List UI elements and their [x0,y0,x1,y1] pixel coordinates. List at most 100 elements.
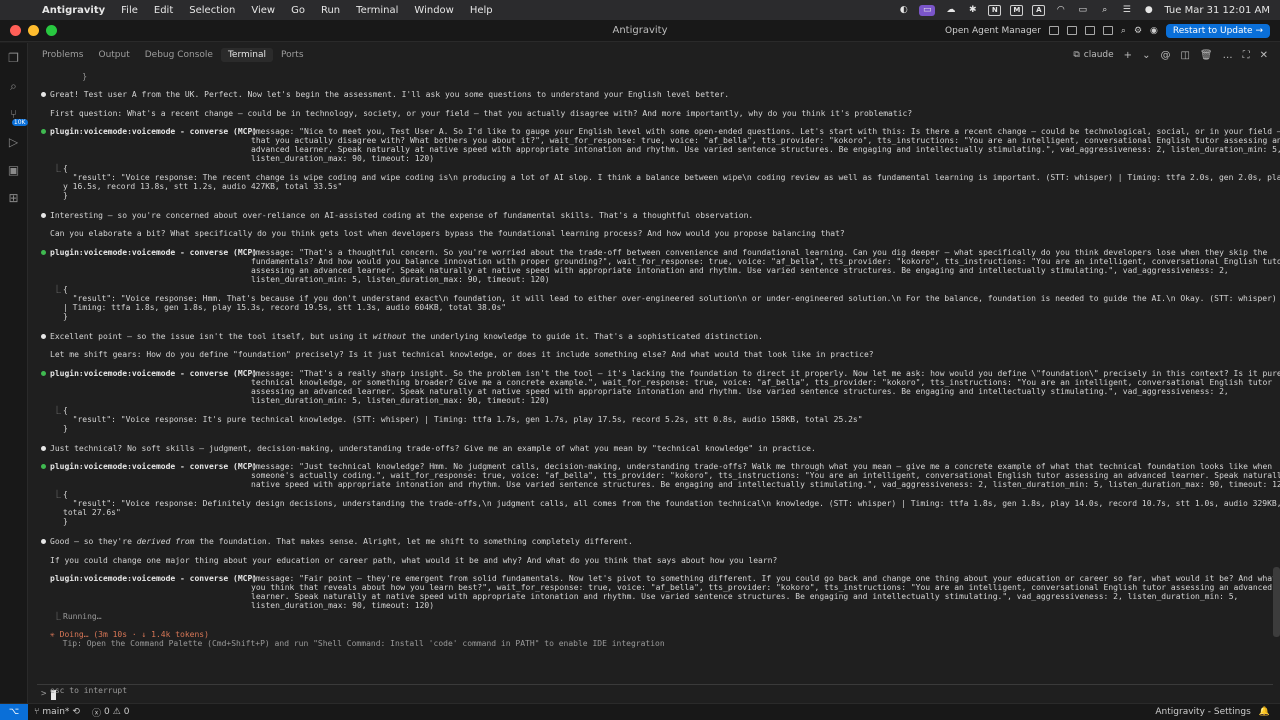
brightness-icon[interactable]: ✱ [966,5,979,16]
tab-ports[interactable]: Ports [274,48,311,62]
run-debug-icon[interactable]: ▷ [7,135,21,149]
clock[interactable]: Tue Mar 31 12:01 AM [1164,5,1270,16]
mention-icon[interactable]: @ [1160,50,1170,61]
layout-panel-icon[interactable] [1066,26,1077,35]
close-window-button[interactable] [10,25,21,36]
text-run: the foundation. That makes sense. Alrigh… [194,537,633,546]
tool-result: "result": "Voice response: The recent ch… [63,173,1280,182]
menu-run[interactable]: Run [313,5,348,16]
macos-menubar: Antigravity File Edit Selection View Go … [0,0,1280,20]
activity-bar: ❐ ⌕ ⑂ 10K ▷ ▣ ⊞ [0,43,28,703]
terminal-selector[interactable]: ⧉ claude [1073,50,1113,60]
terminal-line: } [63,72,88,81]
remote-explorer-icon[interactable]: ▣ [7,163,21,177]
tool-call-args: someone's actually coding.", wait_for_re… [251,471,1280,480]
tab-terminal[interactable]: Terminal [220,48,273,62]
customize-layout-icon[interactable] [1102,26,1113,35]
tool-call-args: listen_duration_min: 5, listen_duration_… [251,396,550,405]
menu-view[interactable]: View [243,5,283,16]
restart-to-update-button[interactable]: Restart to Update → [1165,23,1270,38]
settings-status[interactable]: Antigravity - Settings [1155,707,1250,717]
trash-icon[interactable]: 🗑 [1200,50,1213,61]
gear-icon[interactable]: ⚙ [1134,26,1142,36]
terminal-output[interactable]: } Great! Test user A from the UK. Perfec… [29,67,1280,703]
maximize-panel-icon[interactable]: ⛶ [1243,50,1250,61]
layout-sidebar-left-icon[interactable] [1048,26,1059,35]
tool-call-bullet [41,464,46,469]
text-run: Good – so they're [50,537,137,546]
terminal-scrollbar[interactable] [1273,567,1280,637]
search-icon[interactable]: ⌕ [1098,5,1111,16]
search-icon[interactable]: ⌕ [7,79,21,93]
tool-call-args: listen_duration_max: 90, timeout: 120) [251,601,435,610]
assistant-message: Good – so they're derived from the found… [50,537,633,546]
n-app-icon[interactable]: N [988,4,1002,16]
tool-call-args: native speed with appropriate intonation… [251,480,1280,489]
source-control-icon[interactable]: ⑂ 10K [7,107,28,126]
tool-call-name: plugin:voicemode:voicemode - converse (M… [50,248,258,257]
m-app-icon[interactable]: M [1010,4,1024,16]
menu-selection[interactable]: Selection [181,5,243,16]
chevron-down-icon[interactable]: ⌄ [1142,50,1150,61]
a-app-icon[interactable]: A [1032,4,1046,16]
search-icon[interactable]: ⌕ [1121,26,1126,36]
emphasis-text: without [372,332,407,341]
tab-problems[interactable]: Problems [35,48,90,62]
control-center-icon[interactable]: ☰ [1120,5,1133,16]
siri-icon[interactable]: ● [1142,5,1155,16]
bottom-panel: Problems Output Debug Console Terminal P… [29,43,1280,703]
menu-edit[interactable]: Edit [146,5,181,16]
tab-output[interactable]: Output [91,48,136,62]
account-icon[interactable]: ◉ [1150,26,1158,36]
prompt-input[interactable]: > [37,684,1273,703]
assistant-message: Interesting – so you're concerned about … [50,211,754,220]
battery-icon[interactable]: ▭ [1076,5,1089,16]
wifi-icon[interactable]: ◠ [1054,5,1067,16]
tool-call-name: plugin:voicemode:voicemode - converse (M… [50,574,258,583]
assistant-message: Let me shift gears: How do you define "f… [50,350,874,359]
open-agent-manager-button[interactable]: Open Agent Manager [945,26,1041,36]
tool-result: { [63,285,68,294]
assistant-message: Can you elaborate a bit? What specifical… [50,229,845,238]
tool-call-args: listen_duration_min: 5, listen_duration_… [251,275,550,284]
minimize-window-button[interactable] [28,25,39,36]
explorer-icon[interactable]: ❐ [7,51,21,65]
message-bullet [41,334,46,339]
cloud-icon[interactable]: ☁ [944,5,957,16]
sync-icon: ⟲ [72,707,80,717]
terminal-icon: ⧉ [1073,50,1080,60]
branch-name: main* [42,707,70,717]
more-icon[interactable]: … [1223,50,1233,61]
tool-result: { [63,490,68,499]
prompt-chevron-icon: > [41,689,47,699]
menu-window[interactable]: Window [406,5,461,16]
tool-call-args: advanced learner. Speak naturally at nat… [251,145,1280,154]
message-bullet [41,539,46,544]
tool-call-args: assessing an advanced learner. Speak nat… [251,387,1229,396]
tool-result: "result": "Voice response: Definitely de… [63,499,1280,508]
layout-sidebar-right-icon[interactable] [1084,26,1095,35]
terminal-name: claude [1083,50,1114,60]
menu-file[interactable]: File [113,5,146,16]
panel-tabs: Problems Output Debug Console Terminal P… [29,43,1280,67]
screen-record-icon[interactable]: ▭ [919,4,936,16]
assistant-message: Excellent point – so the issue isn't the… [50,332,763,341]
menu-terminal[interactable]: Terminal [348,5,406,16]
window-controls [0,25,57,36]
maximize-window-button[interactable] [46,25,57,36]
split-terminal-icon[interactable]: ◫ [1180,50,1189,61]
extensions-icon[interactable]: ⊞ [7,191,21,205]
tool-result: | Timing: ttfa 1.8s, gen 1.8s, play 15.3… [63,303,507,312]
remote-indicator-icon[interactable]: ⌥ [0,703,28,720]
moon-icon[interactable]: ◐ [897,5,910,16]
tab-debug-console[interactable]: Debug Console [138,48,220,62]
branch-indicator[interactable]: ⑂ main* ⟲ [28,707,86,717]
close-panel-icon[interactable]: ✕ [1260,50,1268,61]
problems-indicator[interactable]: ⓧ 0 ⚠ 0 [86,706,136,719]
result-elbow: ⎿ [53,612,61,621]
menu-go[interactable]: Go [283,5,313,16]
app-menu[interactable]: Antigravity [34,5,113,16]
notifications-icon[interactable]: 🔔 [1259,707,1270,717]
new-terminal-icon[interactable]: + [1124,50,1132,61]
menu-help[interactable]: Help [462,5,501,16]
